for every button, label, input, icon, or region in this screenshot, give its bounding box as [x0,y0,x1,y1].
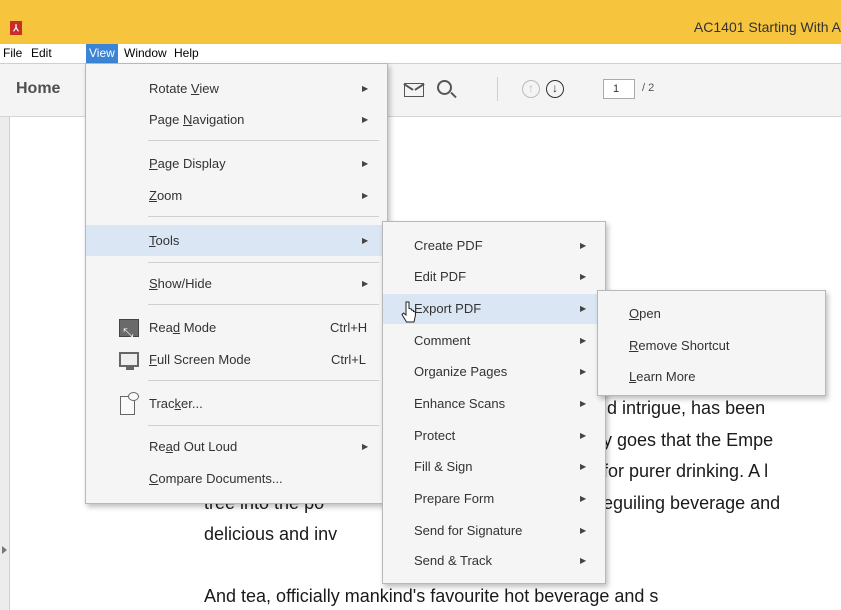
title-bar: AC1401 Starting With A [0,0,841,44]
submenu-arrow-icon: ▶ [580,556,587,565]
tools-item-send-for-signature[interactable]: Send for Signature ▶ [383,516,605,546]
tools-item-protect[interactable]: Protect ▶ [383,421,605,451]
submenu-arrow-icon: ▶ [362,115,369,124]
menu-help[interactable]: Help [171,44,202,63]
submenu-arrow-icon: ▶ [580,336,587,345]
page-number-input[interactable]: 1 [603,79,635,99]
navigation-pane-strip [0,117,10,610]
toolbar-divider [497,77,498,101]
menu-item-rotate-view[interactable]: Rotate View ▶ [86,74,387,104]
export-item-open[interactable]: Open [598,299,825,329]
submenu-arrow-icon: ▶ [580,526,587,535]
submenu-arrow-icon: ▶ [580,462,587,471]
submenu-arrow-icon: ▶ [580,272,587,281]
menu-item-read-out-loud[interactable]: Read Out Loud ▶ [86,432,387,462]
tools-item-prepare-form[interactable]: Prepare Form ▶ [383,484,605,514]
menu-separator [148,140,379,141]
menu-separator [148,216,379,217]
shortcut-label: Ctrl+L [331,352,367,367]
home-tab[interactable]: Home [16,80,60,98]
menu-item-full-screen-mode[interactable]: Full Screen Mode Ctrl+L [86,345,387,375]
menu-item-page-display[interactable]: Page Display ▶ [86,149,387,179]
email-icon[interactable] [404,83,424,97]
menu-window[interactable]: Window [121,44,170,63]
menu-item-show-hide[interactable]: Show/Hide ▶ [86,269,387,299]
window-title: AC1401 Starting With A [693,19,841,35]
previous-page-icon[interactable]: ↑ [522,80,540,98]
submenu-arrow-icon: ▶ [580,494,587,503]
menu-edit[interactable]: Edit [28,44,55,63]
submenu-arrow-icon: ▶ [580,304,587,313]
submenu-arrow-icon: ▶ [362,84,369,93]
tools-item-enhance-scans[interactable]: Enhance Scans ▶ [383,389,605,419]
menu-file[interactable]: File [0,44,25,63]
search-icon[interactable] [437,80,452,95]
export-item-learn-more[interactable]: Learn More [598,362,825,392]
tools-item-create-pdf[interactable]: Create PDF ▶ [383,231,605,261]
tools-submenu: Create PDF ▶ Edit PDF ▶ Export PDF ▶ Commen… [382,221,606,584]
tools-item-organize-pages[interactable]: Organize Pages ▶ [383,357,605,387]
menu-item-page-navigation[interactable]: Page Navigation ▶ [86,105,387,135]
menu-item-read-mode[interactable]: Read Mode Ctrl+H [86,313,387,348]
next-page-icon[interactable]: ↓ [546,80,564,98]
submenu-arrow-icon: ▶ [580,399,587,408]
menu-item-tracker[interactable]: Tracker... [86,389,387,419]
submenu-arrow-icon: ▶ [580,367,587,376]
menu-item-tools[interactable]: Tools ▶ [86,225,387,256]
document-text-line: eguiling beverage and [603,493,781,513]
menu-separator [148,304,379,305]
document-text-line: delicious and inv [204,524,338,544]
tools-item-comment[interactable]: Comment ▶ [383,326,605,356]
tools-item-edit-pdf[interactable]: Edit PDF ▶ [383,262,605,292]
menu-bar: File Edit View Window Help [0,44,841,64]
document-text-line: y goes that the Empe [603,430,774,450]
full-screen-icon [119,352,139,370]
expand-pane-icon[interactable] [2,546,7,554]
submenu-arrow-icon: ▶ [362,159,369,168]
tools-item-fill-sign[interactable]: Fill & Sign ▶ [383,452,605,482]
document-text-line: And tea, officially mankind's favourite … [204,586,659,606]
mouse-pointer-icon [401,301,416,323]
view-menu: Rotate View ▶ Page Navigation ▶ Page Dis… [85,63,388,504]
menu-view[interactable]: View [86,44,118,63]
menu-item-compare-documents[interactable]: Compare Documents... [86,464,387,494]
submenu-arrow-icon: ▶ [580,241,587,250]
shortcut-label: Ctrl+H [330,320,368,335]
menu-separator [148,380,379,381]
menu-separator [148,262,379,263]
submenu-arrow-icon: ▶ [362,279,369,288]
submenu-arrow-icon: ▶ [580,431,587,440]
document-text-line: id intrigue, has been [603,398,766,418]
tools-item-send-track[interactable]: Send & Track ▶ [383,546,605,576]
acrobat-app-icon[interactable]: ⅄ [10,21,22,35]
submenu-arrow-icon: ▶ [362,236,369,245]
read-mode-icon [119,318,139,348]
submenu-arrow-icon: ▶ [362,191,369,200]
tracker-icon [120,392,139,415]
export-pdf-submenu: Open Remove Shortcut Learn More [597,290,826,396]
export-item-remove-shortcut[interactable]: Remove Shortcut [598,331,825,361]
menu-item-zoom[interactable]: Zoom ▶ [86,181,387,211]
document-text-line: for purer drinking. A l [603,461,769,481]
submenu-arrow-icon: ▶ [362,442,369,451]
page-total: / 2 [642,82,655,94]
menu-separator [148,425,379,426]
